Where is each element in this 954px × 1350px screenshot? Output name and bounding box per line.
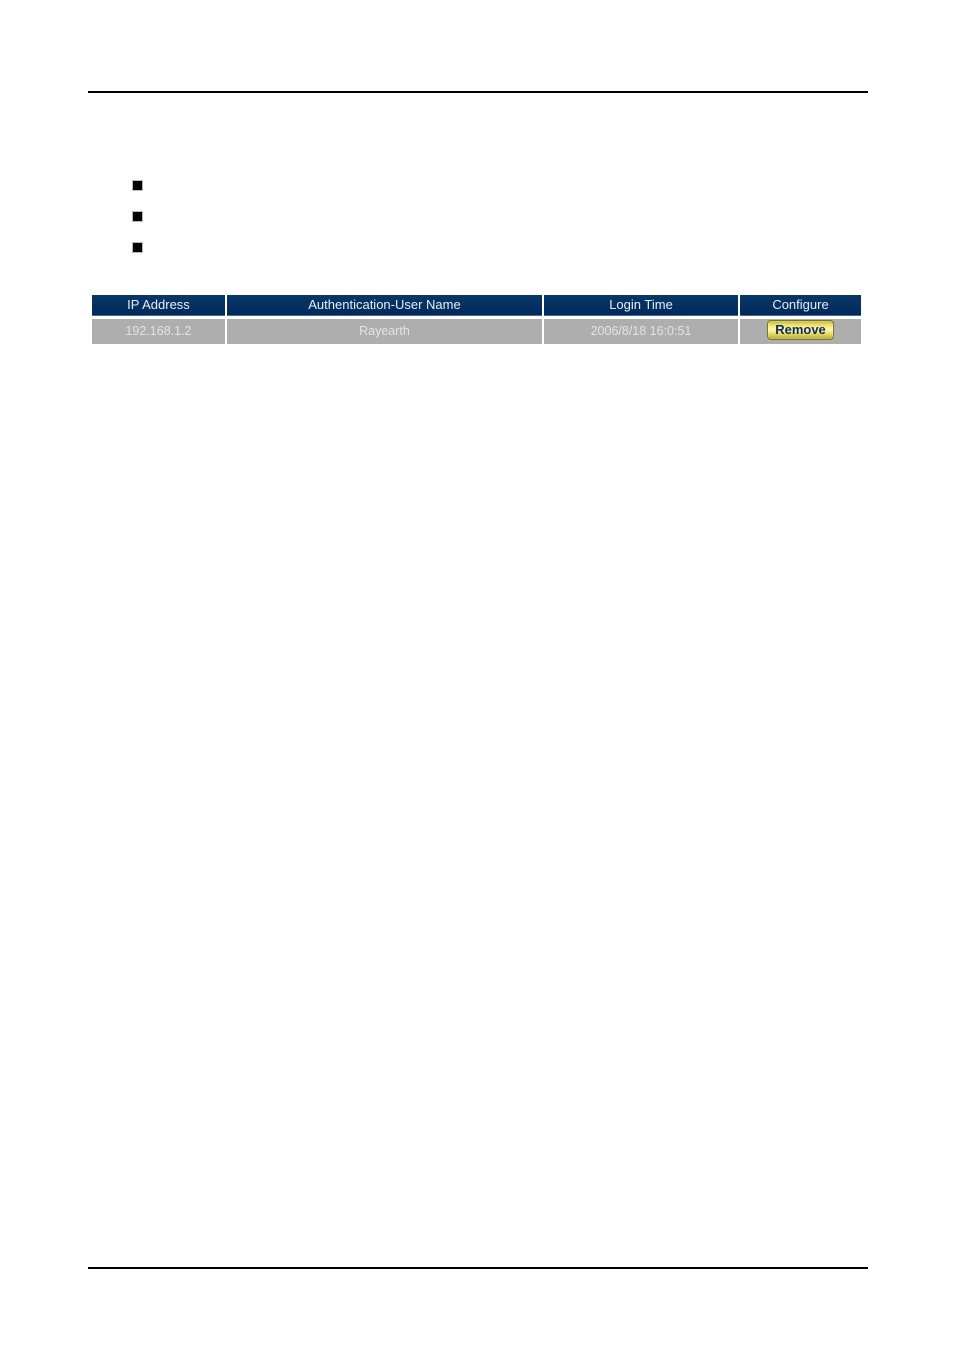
bullet-list	[88, 170, 868, 263]
square-bullet-icon	[133, 243, 142, 252]
square-bullet-icon	[133, 212, 142, 221]
header-rule	[88, 91, 868, 93]
square-bullet-icon	[133, 181, 142, 190]
cell-user-name: Rayearth	[227, 319, 542, 344]
column-header-login-time: Login Time	[544, 295, 738, 316]
column-header-configure: Configure	[740, 295, 861, 316]
table-header: IP Address Authentication-User Name Logi…	[92, 295, 861, 316]
cell-login-time: 2006/8/18 16:0:51	[544, 319, 738, 344]
table-body: 192.168.1.2 Rayearth 2006/8/18 16:0:51 R…	[92, 319, 861, 344]
column-header-user-name: Authentication-User Name	[227, 295, 542, 316]
session-table: IP Address Authentication-User Name Logi…	[90, 292, 863, 347]
column-header-ip-address: IP Address	[92, 295, 225, 316]
table-header-row: IP Address Authentication-User Name Logi…	[92, 295, 861, 316]
cell-configure: Remove	[740, 319, 861, 344]
cell-ip-address: 192.168.1.2	[92, 319, 225, 344]
list-item	[88, 232, 868, 263]
table-row: 192.168.1.2 Rayearth 2006/8/18 16:0:51 R…	[92, 319, 861, 344]
document-page: IP Address Authentication-User Name Logi…	[0, 0, 954, 1350]
list-item	[88, 201, 868, 232]
remove-button[interactable]: Remove	[767, 320, 834, 340]
footer-rule	[88, 1267, 868, 1269]
list-item	[88, 170, 868, 201]
